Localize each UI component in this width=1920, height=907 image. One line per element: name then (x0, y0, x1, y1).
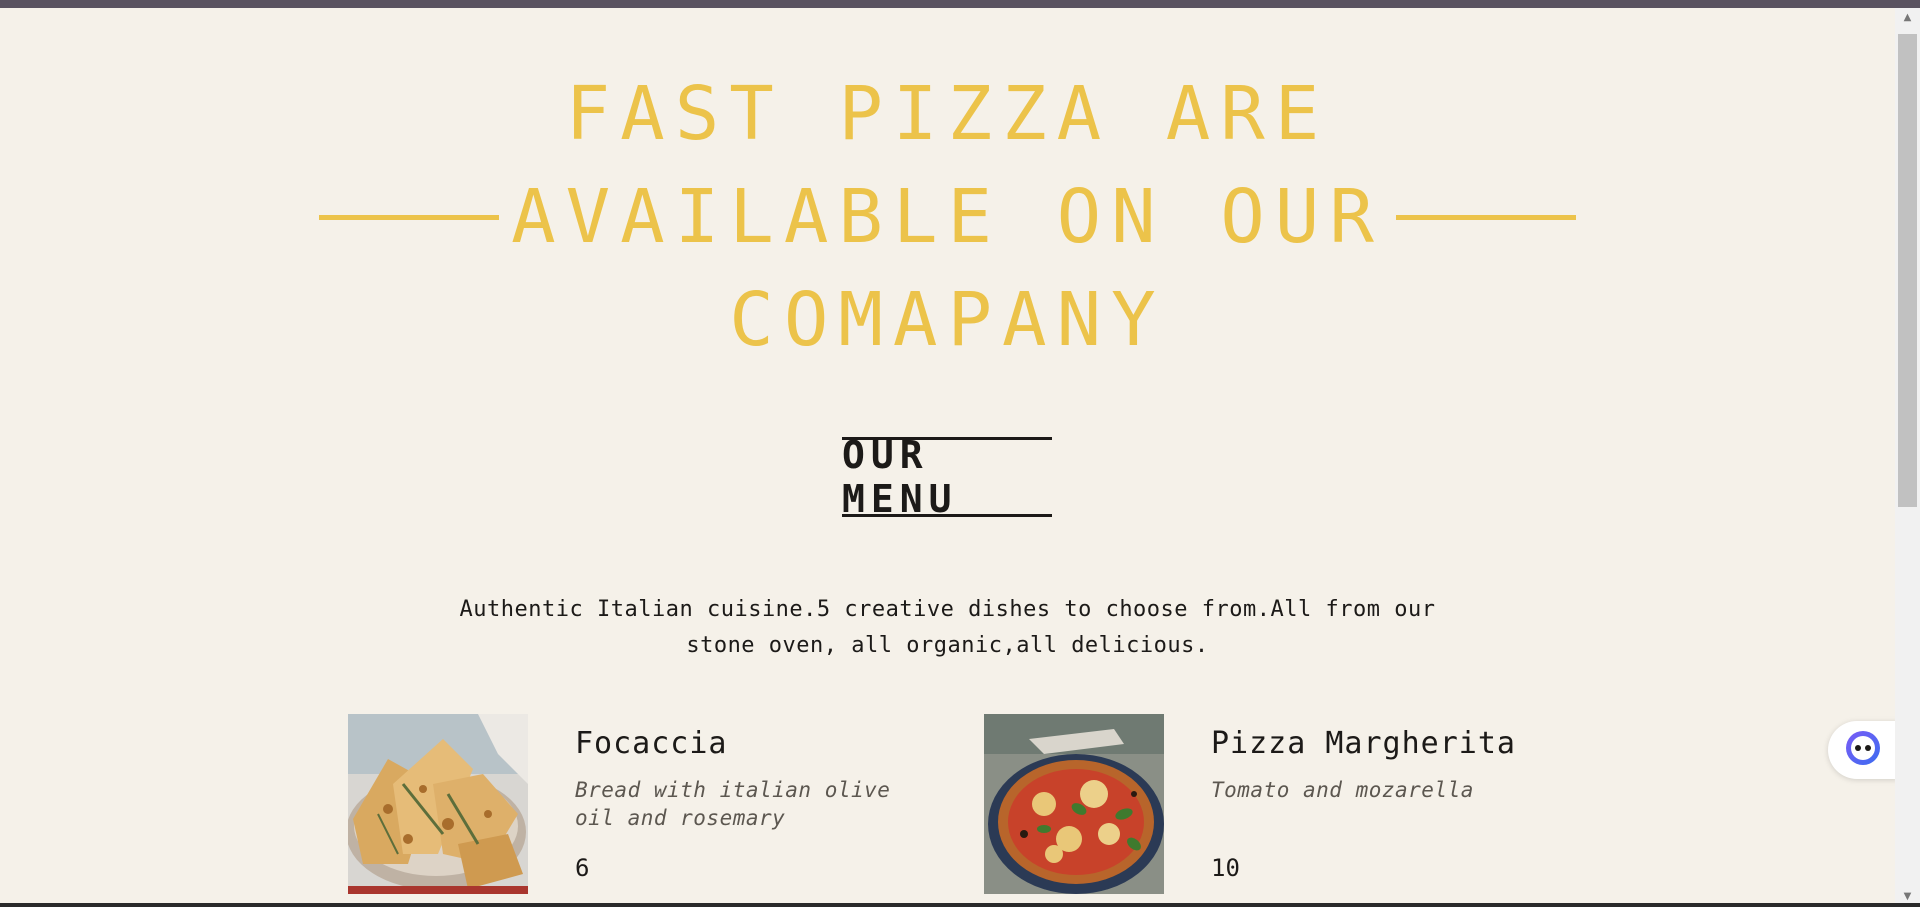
menu-item-name: Pizza Margherita (1211, 726, 1516, 761)
pizza-margherita-photo (984, 714, 1164, 894)
assistant-bot-icon (1844, 729, 1882, 771)
hero-line-2: AVAILABLE ON OUR (511, 174, 1384, 260)
hero-headline: FAST PIZZA ARE AVAILABLE ON OUR COMAPANY (0, 63, 1895, 372)
menu-item-pizza-margherita: Pizza Margherita Tomato and mozarella 10 (984, 714, 1584, 894)
menu-item-price: 10 (1211, 854, 1240, 882)
vertical-scrollbar[interactable]: ▲ ▼ (1895, 8, 1920, 907)
hero-line-2-row: AVAILABLE ON OUR (0, 166, 1895, 269)
scroll-up-arrow-icon[interactable]: ▲ (1895, 8, 1920, 28)
hero-left-rule (319, 215, 500, 220)
hero-line-1: FAST PIZZA ARE (565, 71, 1330, 157)
menu-item-focaccia: Focaccia Bread with italian olive oil an… (348, 714, 948, 894)
hero-right-rule (1395, 215, 1576, 220)
assistant-chat-button[interactable] (1828, 721, 1895, 779)
menu-item-price: 6 (575, 854, 590, 882)
focaccia-photo (348, 714, 528, 894)
hero-line-3: COMAPANY (729, 277, 1166, 363)
bottom-edge-strip (0, 903, 1920, 907)
menu-heading: OUR MENU (842, 433, 1052, 521)
menu-intro: Authentic Italian cuisine.5 creative dis… (459, 597, 1436, 658)
scrollbar-thumb[interactable] (1898, 34, 1917, 507)
menu-item-description: Bread with italian olive oil and rosemar… (575, 778, 891, 830)
page-content: FAST PIZZA ARE AVAILABLE ON OUR COMAPANY… (0, 8, 1895, 907)
menu-item-name: Focaccia (575, 726, 728, 761)
browser-top-bar (0, 0, 1920, 8)
menu-item-description: Tomato and mozarella (1211, 778, 1474, 802)
